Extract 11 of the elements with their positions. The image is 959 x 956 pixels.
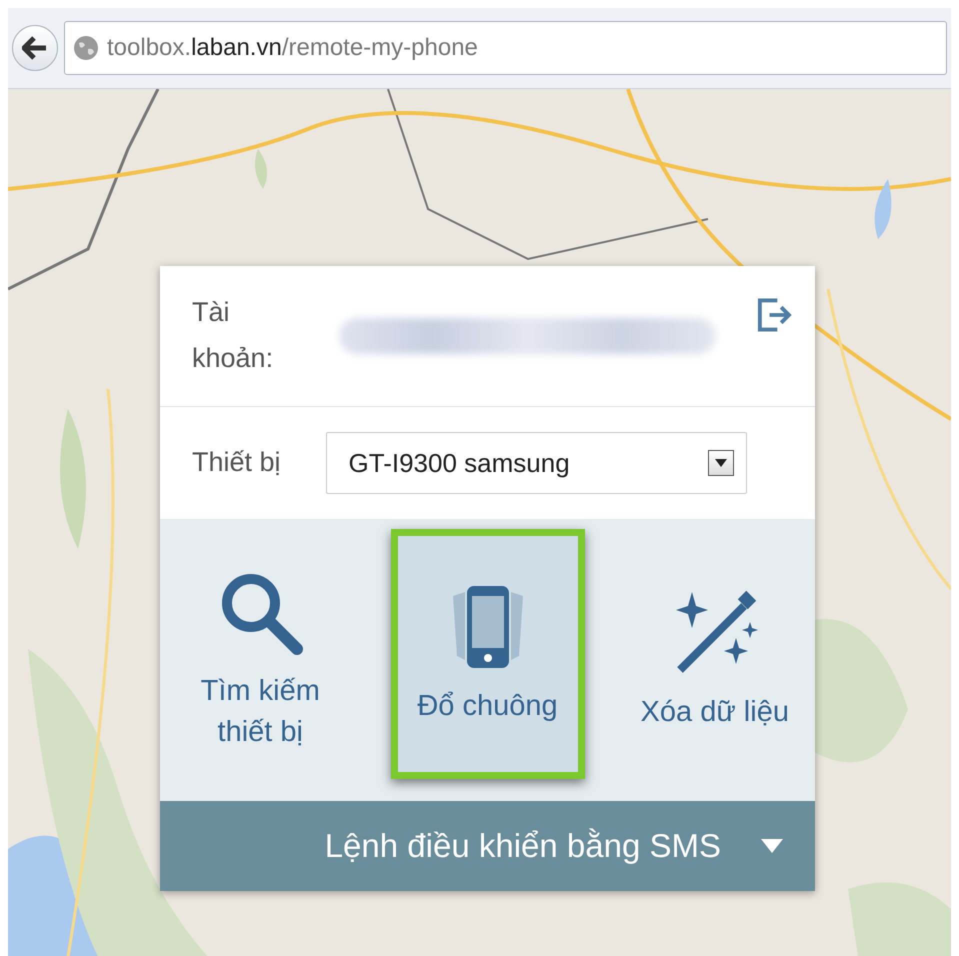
back-button[interactable] [12,25,58,71]
back-arrow-icon [22,36,48,60]
device-select[interactable]: GT-I9300 samsung [326,432,747,494]
device-label: Thiết bị [192,446,281,480]
action-button[interactable]: Đổ chuông [390,529,584,779]
address-bar[interactable]: toolbox.laban.vn/remote-my-phone [64,21,947,75]
account-label: Tài khoản: [192,296,274,375]
globe-icon [73,35,99,61]
dropdown-icon [715,459,727,467]
url-text: toolbox.laban.vn/remote-my-phone [107,34,478,62]
sms-commands-bar[interactable]: Lệnh điều khiển bằng SMS [160,801,815,891]
